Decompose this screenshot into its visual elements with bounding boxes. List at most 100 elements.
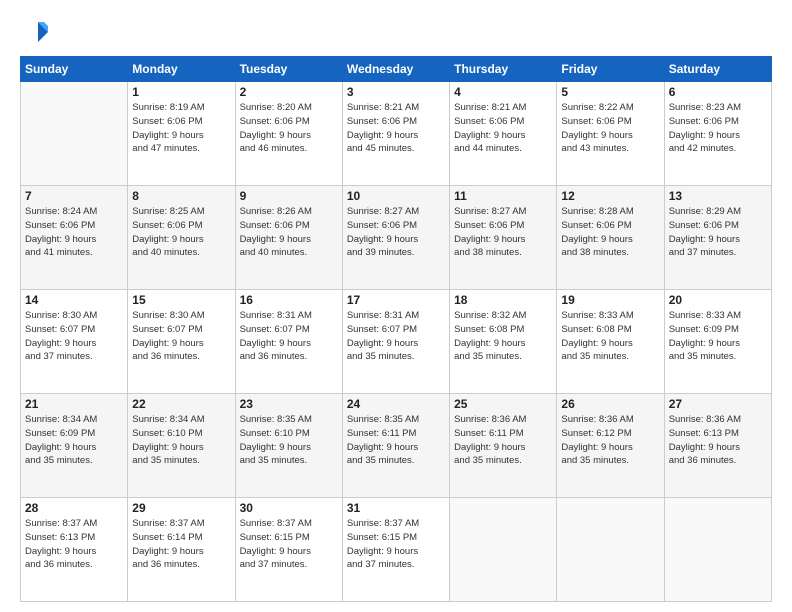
cell-info: Sunrise: 8:21 AM Sunset: 6:06 PM Dayligh… [347,101,445,156]
calendar-cell: 6Sunrise: 8:23 AM Sunset: 6:06 PM Daylig… [664,82,771,186]
calendar-cell: 9 Sunrise: 8:26 AM Sunset: 6:06 PM Daylig… [235,186,342,290]
calendar-week-row: 28 Sunrise: 8:37 AM Sunset: 6:13 PM Dayli… [21,498,772,602]
weekday-header: Friday [557,57,664,82]
cell-info: Sunrise: 8:24 AM Sunset: 6:06 PM Dayligh… [25,205,123,260]
cell-info: Sunrise: 8:30 AM Sunset: 6:07 PM Dayligh… [25,309,123,364]
day-number: 17 [347,293,445,307]
weekday-header: Thursday [450,57,557,82]
weekday-header: Sunday [21,57,128,82]
calendar-week-row: 14Sunrise: 8:30 AM Sunset: 6:07 PM Dayli… [21,290,772,394]
cell-info: Sunrise: 8:36 AM Sunset: 6:13 PM Dayligh… [669,413,767,468]
day-number: 8 [132,189,230,203]
calendar-week-row: 7 Sunrise: 8:24 AM Sunset: 6:06 PM Daylig… [21,186,772,290]
calendar-cell [557,498,664,602]
calendar-cell: 20Sunrise: 8:33 AM Sunset: 6:09 PM Dayli… [664,290,771,394]
cell-info: Sunrise: 8:27 AM Sunset: 6:06 PM Dayligh… [347,205,445,260]
calendar-cell: 13 Sunrise: 8:29 AM Sunset: 6:06 PM Dayli… [664,186,771,290]
calendar-cell: 8 Sunrise: 8:25 AM Sunset: 6:06 PM Daylig… [128,186,235,290]
day-number: 27 [669,397,767,411]
day-number: 15 [132,293,230,307]
cell-info: Sunrise: 8:34 AM Sunset: 6:10 PM Dayligh… [132,413,230,468]
calendar-week-row: 21 Sunrise: 8:34 AM Sunset: 6:09 PM Dayli… [21,394,772,498]
day-number: 10 [347,189,445,203]
day-number: 9 [240,189,338,203]
weekday-header: Tuesday [235,57,342,82]
day-number: 11 [454,189,552,203]
page: SundayMondayTuesdayWednesdayThursdayFrid… [0,0,792,612]
cell-info: Sunrise: 8:31 AM Sunset: 6:07 PM Dayligh… [240,309,338,364]
day-number: 22 [132,397,230,411]
calendar-cell: 24Sunrise: 8:35 AM Sunset: 6:11 PM Dayli… [342,394,449,498]
cell-info: Sunrise: 8:19 AM Sunset: 6:06 PM Dayligh… [132,101,230,156]
calendar-cell [664,498,771,602]
calendar-cell: 11 Sunrise: 8:27 AM Sunset: 6:06 PM Dayli… [450,186,557,290]
cell-info: Sunrise: 8:33 AM Sunset: 6:08 PM Dayligh… [561,309,659,364]
cell-info: Sunrise: 8:37 AM Sunset: 6:14 PM Dayligh… [132,517,230,572]
calendar-header-row: SundayMondayTuesdayWednesdayThursdayFrid… [21,57,772,82]
cell-info: Sunrise: 8:28 AM Sunset: 6:06 PM Dayligh… [561,205,659,260]
cell-info: Sunrise: 8:29 AM Sunset: 6:06 PM Dayligh… [669,205,767,260]
cell-info: Sunrise: 8:26 AM Sunset: 6:06 PM Dayligh… [240,205,338,260]
cell-info: Sunrise: 8:25 AM Sunset: 6:06 PM Dayligh… [132,205,230,260]
calendar-cell: 15 Sunrise: 8:30 AM Sunset: 6:07 PM Dayli… [128,290,235,394]
day-number: 29 [132,501,230,515]
day-number: 4 [454,85,552,99]
calendar-cell: 29 Sunrise: 8:37 AM Sunset: 6:14 PM Dayli… [128,498,235,602]
day-number: 23 [240,397,338,411]
calendar-week-row: 1 Sunrise: 8:19 AM Sunset: 6:06 PM Daylig… [21,82,772,186]
calendar-cell: 12 Sunrise: 8:28 AM Sunset: 6:06 PM Dayli… [557,186,664,290]
calendar-cell: 23 Sunrise: 8:35 AM Sunset: 6:10 PM Dayli… [235,394,342,498]
cell-info: Sunrise: 8:31 AM Sunset: 6:07 PM Dayligh… [347,309,445,364]
day-number: 5 [561,85,659,99]
weekday-header: Saturday [664,57,771,82]
cell-info: Sunrise: 8:37 AM Sunset: 6:15 PM Dayligh… [240,517,338,572]
weekday-header: Wednesday [342,57,449,82]
cell-info: Sunrise: 8:33 AM Sunset: 6:09 PM Dayligh… [669,309,767,364]
calendar-body: 1 Sunrise: 8:19 AM Sunset: 6:06 PM Daylig… [21,82,772,602]
day-number: 31 [347,501,445,515]
cell-info: Sunrise: 8:34 AM Sunset: 6:09 PM Dayligh… [25,413,123,468]
day-number: 12 [561,189,659,203]
calendar-cell [450,498,557,602]
day-number: 21 [25,397,123,411]
calendar-cell: 14Sunrise: 8:30 AM Sunset: 6:07 PM Dayli… [21,290,128,394]
cell-info: Sunrise: 8:20 AM Sunset: 6:06 PM Dayligh… [240,101,338,156]
logo [20,18,52,46]
calendar-cell: 4 Sunrise: 8:21 AM Sunset: 6:06 PM Daylig… [450,82,557,186]
day-number: 19 [561,293,659,307]
day-number: 1 [132,85,230,99]
day-number: 13 [669,189,767,203]
cell-info: Sunrise: 8:32 AM Sunset: 6:08 PM Dayligh… [454,309,552,364]
weekday-header: Monday [128,57,235,82]
calendar-cell: 26Sunrise: 8:36 AM Sunset: 6:12 PM Dayli… [557,394,664,498]
calendar-cell: 2 Sunrise: 8:20 AM Sunset: 6:06 PM Daylig… [235,82,342,186]
calendar-cell: 31 Sunrise: 8:37 AM Sunset: 6:15 PM Dayli… [342,498,449,602]
cell-info: Sunrise: 8:37 AM Sunset: 6:13 PM Dayligh… [25,517,123,572]
calendar-cell: 7 Sunrise: 8:24 AM Sunset: 6:06 PM Daylig… [21,186,128,290]
day-number: 28 [25,501,123,515]
day-number: 7 [25,189,123,203]
cell-info: Sunrise: 8:35 AM Sunset: 6:10 PM Dayligh… [240,413,338,468]
cell-info: Sunrise: 8:30 AM Sunset: 6:07 PM Dayligh… [132,309,230,364]
calendar-cell: 27 Sunrise: 8:36 AM Sunset: 6:13 PM Dayli… [664,394,771,498]
header [20,18,772,46]
cell-info: Sunrise: 8:35 AM Sunset: 6:11 PM Dayligh… [347,413,445,468]
calendar-cell: 5Sunrise: 8:22 AM Sunset: 6:06 PM Daylig… [557,82,664,186]
day-number: 6 [669,85,767,99]
cell-info: Sunrise: 8:36 AM Sunset: 6:11 PM Dayligh… [454,413,552,468]
calendar-cell: 30Sunrise: 8:37 AM Sunset: 6:15 PM Dayli… [235,498,342,602]
calendar-cell: 21 Sunrise: 8:34 AM Sunset: 6:09 PM Dayli… [21,394,128,498]
cell-info: Sunrise: 8:27 AM Sunset: 6:06 PM Dayligh… [454,205,552,260]
calendar-cell: 22 Sunrise: 8:34 AM Sunset: 6:10 PM Dayli… [128,394,235,498]
calendar-cell: 1 Sunrise: 8:19 AM Sunset: 6:06 PM Daylig… [128,82,235,186]
logo-icon [20,18,48,46]
calendar-cell: 17 Sunrise: 8:31 AM Sunset: 6:07 PM Dayli… [342,290,449,394]
calendar-cell: 28 Sunrise: 8:37 AM Sunset: 6:13 PM Dayli… [21,498,128,602]
calendar-cell: 16Sunrise: 8:31 AM Sunset: 6:07 PM Dayli… [235,290,342,394]
calendar-cell: 18Sunrise: 8:32 AM Sunset: 6:08 PM Dayli… [450,290,557,394]
calendar-cell: 25Sunrise: 8:36 AM Sunset: 6:11 PM Dayli… [450,394,557,498]
cell-info: Sunrise: 8:37 AM Sunset: 6:15 PM Dayligh… [347,517,445,572]
cell-info: Sunrise: 8:21 AM Sunset: 6:06 PM Dayligh… [454,101,552,156]
day-number: 26 [561,397,659,411]
day-number: 2 [240,85,338,99]
